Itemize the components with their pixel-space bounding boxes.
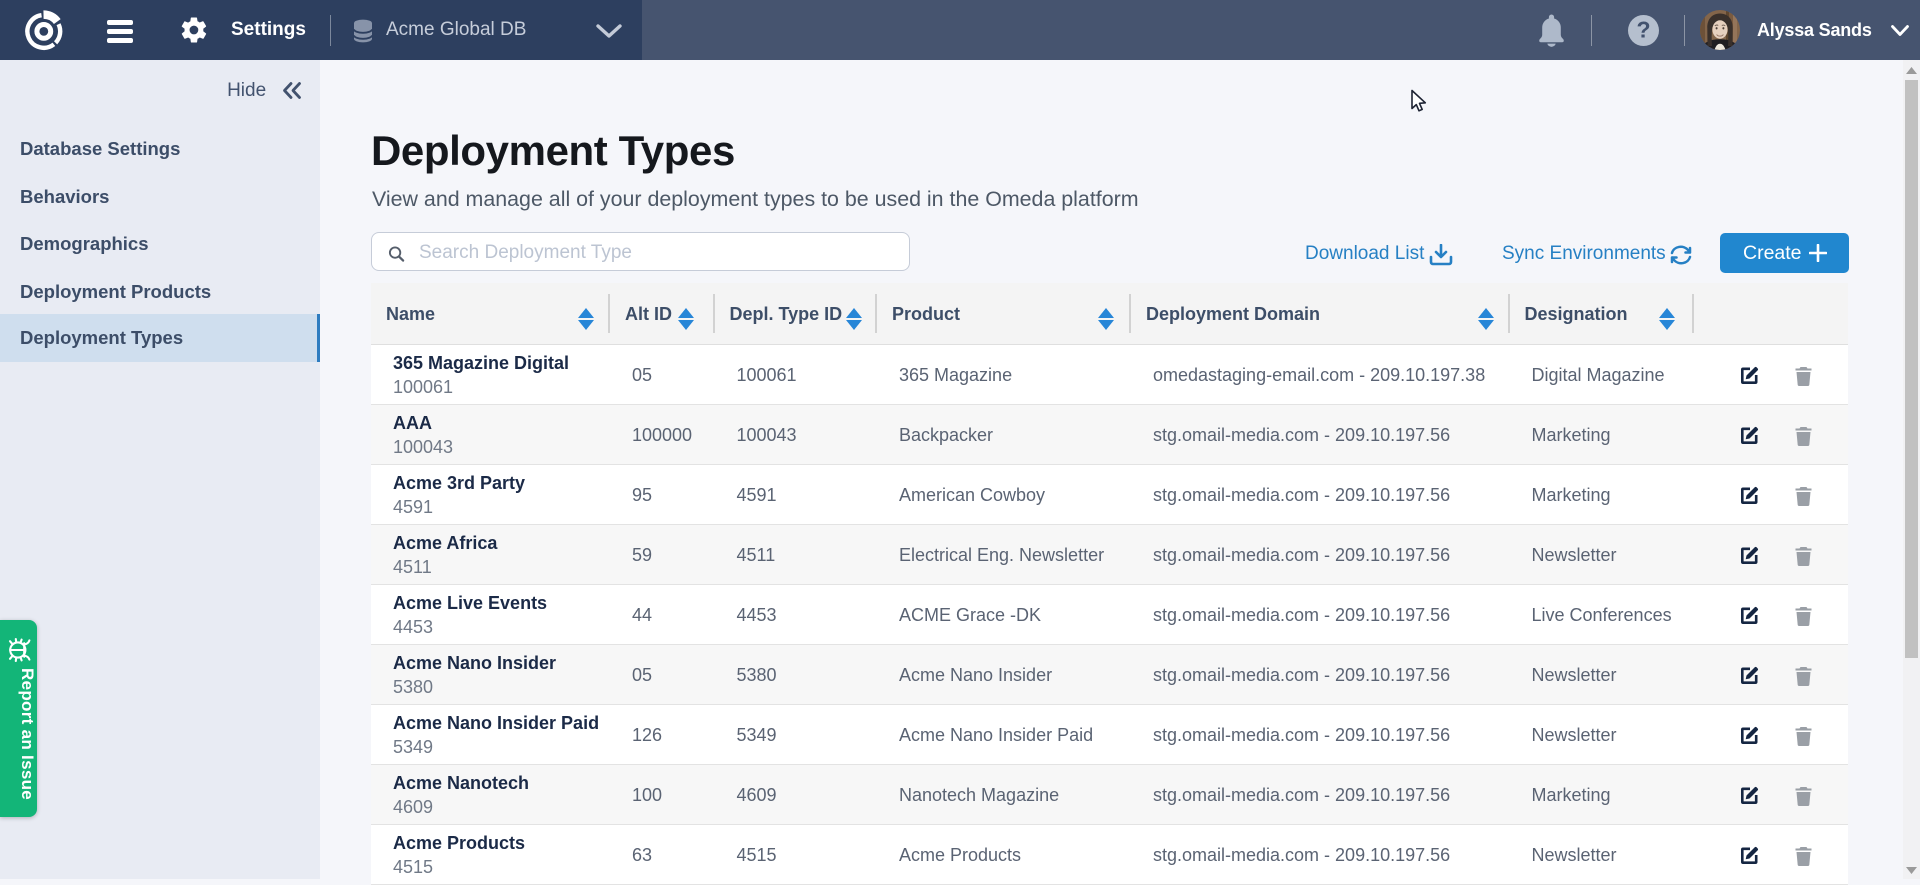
svg-text:?: ? (1636, 17, 1650, 43)
